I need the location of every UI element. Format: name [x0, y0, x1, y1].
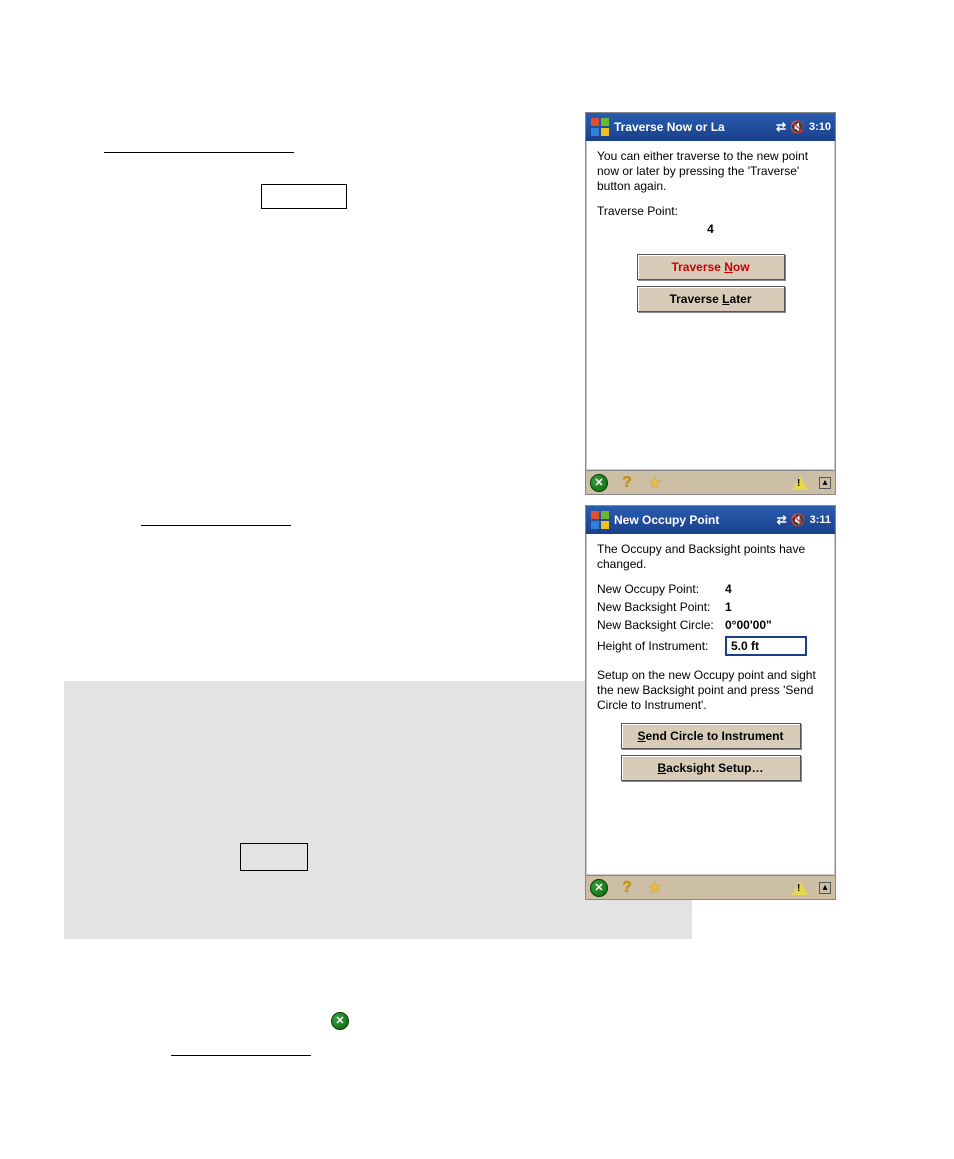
occupy-point-label: New Occupy Point:	[597, 582, 725, 596]
traverse-later-button[interactable]: Traverse Later	[637, 286, 785, 312]
backsight-setup-button[interactable]: Backsight Setup…	[621, 755, 801, 781]
start-icon[interactable]	[590, 117, 610, 137]
page-box-2	[240, 843, 308, 871]
clock-time[interactable]: 3:11	[810, 514, 831, 526]
dialog-content: You can either traverse to the new point…	[586, 141, 835, 470]
intro-text: You can either traverse to the new point…	[597, 149, 824, 194]
backsight-point-label: New Backsight Point:	[597, 600, 725, 614]
section-underline-3	[171, 1055, 311, 1056]
sip-toggle[interactable]: ▴	[819, 477, 831, 489]
new-occupy-dialog: New Occupy Point ⇄ 🔇 3:11 The Occupy and…	[585, 505, 836, 900]
backsight-circle-value: 0°00'00"	[725, 618, 772, 632]
height-instrument-label: Height of Instrument:	[597, 639, 725, 653]
dialog-content: The Occupy and Backsight points have cha…	[586, 534, 835, 875]
warning-icon[interactable]	[791, 879, 809, 897]
close-button[interactable]: ✕	[590, 474, 608, 492]
clock-time[interactable]: 3:10	[809, 121, 831, 133]
footer-bar: ✕ ? ★ ▴	[586, 470, 835, 494]
traverse-now-button[interactable]: Traverse Now	[637, 254, 785, 280]
section-underline-1	[104, 152, 294, 153]
window-title: New Occupy Point	[614, 513, 777, 527]
speaker-icon[interactable]: 🔇	[790, 120, 805, 134]
favorites-button[interactable]: ★	[646, 474, 664, 492]
title-bar: New Occupy Point ⇄ 🔇 3:11	[586, 506, 835, 534]
traverse-dialog: Traverse Now or La ⇄ 🔇 3:10 You can eith…	[585, 112, 836, 495]
warning-icon[interactable]	[791, 474, 809, 492]
favorites-button[interactable]: ★	[646, 879, 664, 897]
connectivity-icon[interactable]: ⇄	[776, 120, 786, 134]
occupy-point-value: 4	[725, 582, 732, 596]
footer-bar: ✕ ? ★ ▴	[586, 875, 835, 899]
inline-close-icon: ✕	[331, 1011, 349, 1030]
send-circle-button[interactable]: Send Circle to Instrument	[621, 723, 801, 749]
traverse-point-label: Traverse Point:	[597, 204, 824, 218]
sip-toggle[interactable]: ▴	[819, 882, 831, 894]
instruction-text: Setup on the new Occupy point and sight …	[597, 668, 824, 713]
window-title: Traverse Now or La	[614, 120, 776, 134]
connectivity-icon[interactable]: ⇄	[777, 513, 787, 527]
section-underline-2	[141, 525, 291, 526]
speaker-icon[interactable]: 🔇	[791, 513, 806, 527]
backsight-point-value: 1	[725, 600, 732, 614]
height-instrument-input[interactable]	[725, 636, 807, 656]
start-icon[interactable]	[590, 510, 610, 530]
title-bar: Traverse Now or La ⇄ 🔇 3:10	[586, 113, 835, 141]
help-button[interactable]: ?	[618, 879, 636, 897]
backsight-circle-label: New Backsight Circle:	[597, 618, 725, 632]
traverse-point-value: 4	[597, 222, 824, 236]
page-box-1	[261, 184, 347, 209]
help-button[interactable]: ?	[618, 474, 636, 492]
close-button[interactable]: ✕	[590, 879, 608, 897]
intro-text: The Occupy and Backsight points have cha…	[597, 542, 824, 572]
